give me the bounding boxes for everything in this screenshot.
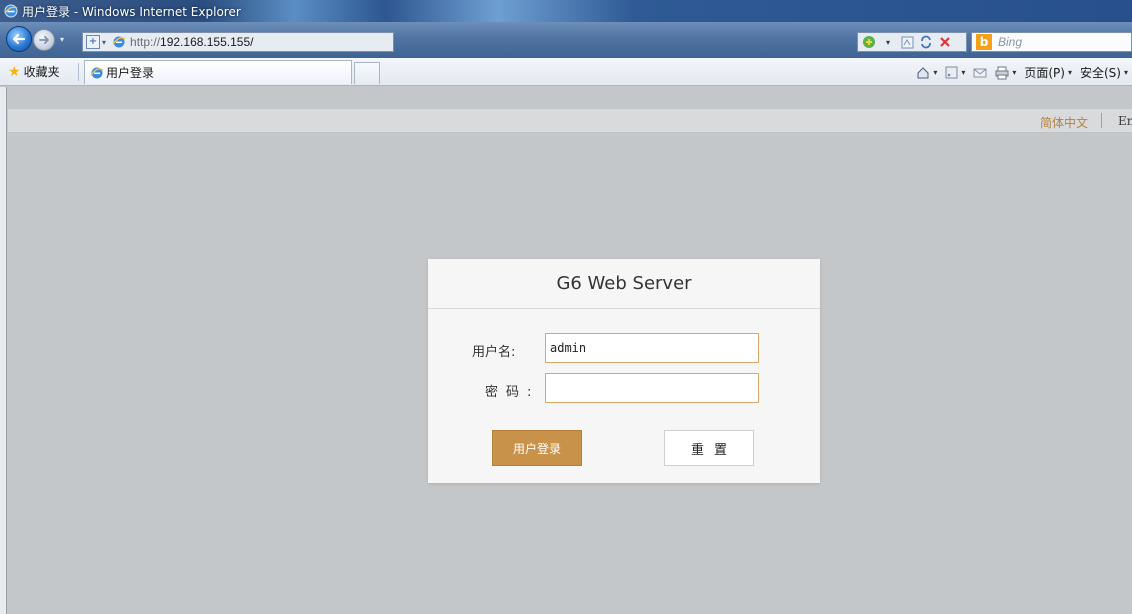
chevron-down-icon[interactable]: ▾ — [1012, 68, 1016, 77]
language-separator — [1101, 113, 1102, 128]
mail-button[interactable] — [973, 67, 987, 79]
mail-icon — [973, 68, 987, 77]
address-actions: ▾ — [857, 32, 967, 52]
card-header: G6 Web Server — [428, 259, 820, 309]
tab-active[interactable]: 用户登录 — [84, 60, 352, 84]
refresh-icon[interactable] — [918, 34, 934, 50]
chevron-down-icon[interactable]: ▾ — [102, 38, 106, 47]
chevron-down-icon[interactable]: ▾ — [933, 68, 937, 77]
print-button[interactable]: ▾ — [995, 66, 1016, 80]
page-title: G6 Web Server — [556, 273, 692, 294]
page-content: 简体中文 English G6 Web Server 用户名: 密码: 用户登录… — [0, 87, 1132, 614]
home-icon — [917, 66, 929, 78]
feeds-button[interactable]: ▾ — [945, 66, 965, 79]
lang-english-link[interactable]: English — [1118, 114, 1132, 128]
search-box[interactable]: b Bing — [971, 32, 1132, 52]
page-menu[interactable]: 页面(P) ▾ — [1024, 64, 1072, 81]
password-label: 密码: — [485, 385, 540, 400]
address-bar[interactable]: + ▾ http://192.168.155.155/ — [82, 32, 394, 52]
page-left-border — [0, 87, 7, 614]
chevron-down-icon[interactable]: ▾ — [880, 34, 896, 50]
reset-button[interactable]: 重置 — [664, 430, 754, 466]
login-button[interactable]: 用户登录 — [492, 430, 582, 466]
safety-menu[interactable]: 安全(S) ▾ — [1080, 64, 1128, 81]
address-row: ▾ + ▾ http://192.168.155.155/ ▾ b Bing — [0, 22, 1132, 58]
lang-chinese-link[interactable]: 简体中文 — [1040, 114, 1088, 131]
ie-page-icon — [112, 36, 126, 48]
window-titlebar: 用户登录 - Windows Internet Explorer — [0, 0, 1132, 22]
window-title: 用户登录 - Windows Internet Explorer — [22, 4, 241, 19]
home-button[interactable]: ▾ — [916, 66, 937, 80]
favorites-separator — [78, 63, 79, 81]
star-icon: ★ — [8, 63, 21, 80]
back-button[interactable] — [6, 26, 32, 52]
ie-page-icon — [90, 67, 104, 78]
favorites-label: 收藏夹 — [23, 65, 60, 79]
username-input[interactable] — [545, 333, 759, 363]
feeds-icon — [945, 66, 958, 79]
add-icon[interactable]: + — [86, 35, 100, 49]
tab-label: 用户登录 — [106, 66, 155, 80]
login-card: G6 Web Server 用户名: 密码: 用户登录 重置 — [428, 259, 820, 483]
print-icon — [995, 66, 1009, 79]
ie-logo-icon — [4, 4, 18, 18]
chevron-down-icon: ▾ — [1067, 68, 1072, 77]
chevron-down-icon: ▾ — [1123, 68, 1128, 77]
favorites-button[interactable]: ★ 收藏夹 — [8, 63, 60, 80]
forward-arrow-icon — [39, 36, 49, 44]
password-input[interactable] — [545, 373, 759, 403]
bing-icon: b — [976, 34, 992, 50]
language-bar: 简体中文 English — [8, 109, 1132, 133]
favorites-bar: ★ 收藏夹 用户登录 ▾ ▾ ▾ 页面(P) ▾ 安全(S) ▾ — [0, 58, 1132, 86]
search-placeholder: Bing — [998, 35, 1023, 49]
compat-view-icon[interactable] — [899, 34, 915, 50]
username-label: 用户名: — [472, 345, 516, 360]
chevron-down-icon[interactable]: ▾ — [961, 68, 965, 77]
forward-button[interactable] — [33, 29, 55, 51]
back-arrow-icon — [12, 33, 26, 45]
top-gap — [8, 87, 1132, 109]
command-bar: ▾ ▾ ▾ 页面(P) ▾ 安全(S) ▾ — [908, 64, 1128, 81]
new-tab-button[interactable] — [354, 62, 380, 84]
url-text[interactable]: http://192.168.155.155/ — [130, 35, 253, 49]
recent-pages-dropdown[interactable]: ▾ — [60, 35, 64, 44]
compat-icon[interactable] — [861, 34, 877, 50]
stop-icon[interactable] — [937, 34, 953, 50]
